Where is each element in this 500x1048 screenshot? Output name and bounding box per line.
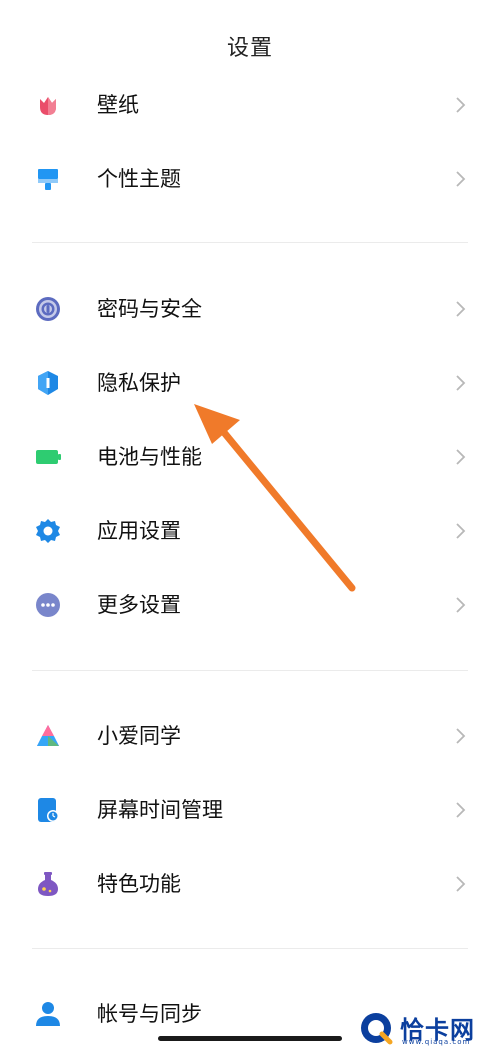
settings-item-battery-performance[interactable]: 电池与性能 — [0, 429, 500, 485]
section-divider — [32, 242, 468, 243]
settings-item-label: 壁纸 — [97, 93, 139, 117]
screen-time-icon — [38, 798, 59, 822]
settings-item-privacy[interactable]: 隐私保护 — [0, 355, 500, 411]
settings-item-label: 更多设置 — [97, 593, 181, 617]
chevron-right-icon — [456, 171, 466, 187]
account-icon — [36, 1002, 60, 1026]
settings-item-label: 个性主题 — [97, 167, 181, 191]
chevron-right-icon — [456, 97, 466, 113]
settings-item-more-settings[interactable]: 更多设置 — [0, 577, 500, 633]
gear-icon — [36, 519, 60, 543]
xiaoai-assistant-icon — [37, 725, 59, 746]
watermark-logo: 恰卡网 www.qiaqa.com — [356, 1008, 500, 1048]
privacy-shield-icon — [38, 371, 58, 395]
page-title: 设置 — [226, 36, 273, 61]
watermark-url: www.qiaqa.com — [402, 1038, 471, 1046]
settings-item-label: 应用设置 — [97, 519, 181, 543]
chevron-right-icon — [456, 597, 466, 613]
home-indicator[interactable] — [158, 1036, 342, 1041]
chevron-right-icon — [456, 728, 466, 744]
settings-item-screen-time[interactable]: 屏幕时间管理 — [0, 782, 500, 838]
chevron-right-icon — [456, 301, 466, 317]
chevron-right-icon — [456, 375, 466, 391]
settings-item-themes[interactable]: 个性主题 — [0, 151, 500, 207]
section-divider — [32, 948, 468, 949]
section-divider — [32, 670, 468, 671]
settings-item-label: 特色功能 — [97, 872, 181, 896]
settings-item-label: 密码与安全 — [97, 297, 202, 321]
paintbrush-icon — [38, 169, 58, 190]
chevron-right-icon — [456, 876, 466, 892]
battery-icon — [36, 450, 61, 464]
more-dots-icon — [36, 593, 60, 617]
settings-item-password-security[interactable]: 密码与安全 — [0, 281, 500, 337]
settings-item-label: 帐号与同步 — [97, 1002, 202, 1026]
tulip-icon — [40, 97, 56, 115]
fingerprint-icon — [36, 297, 60, 321]
settings-item-app-settings[interactable]: 应用设置 — [0, 503, 500, 559]
chevron-right-icon — [456, 523, 466, 539]
chevron-right-icon — [456, 449, 466, 465]
settings-item-label: 隐私保护 — [97, 371, 181, 395]
watermark-mark-icon — [361, 1013, 393, 1045]
settings-item-label: 小爱同学 — [97, 724, 181, 748]
settings-item-label: 屏幕时间管理 — [97, 798, 223, 822]
settings-item-label: 电池与性能 — [97, 445, 202, 469]
chevron-right-icon — [456, 802, 466, 818]
settings-page: 设置 壁纸 个性主题 密码与安全 隐私保护 电池与性能 应用设置 更多设置 小爱… — [0, 0, 500, 1048]
settings-item-wallpaper[interactable]: 壁纸 — [0, 77, 500, 133]
settings-item-xiaoai[interactable]: 小爱同学 — [0, 708, 500, 764]
flask-icon — [38, 872, 58, 896]
settings-item-special-features[interactable]: 特色功能 — [0, 856, 500, 912]
